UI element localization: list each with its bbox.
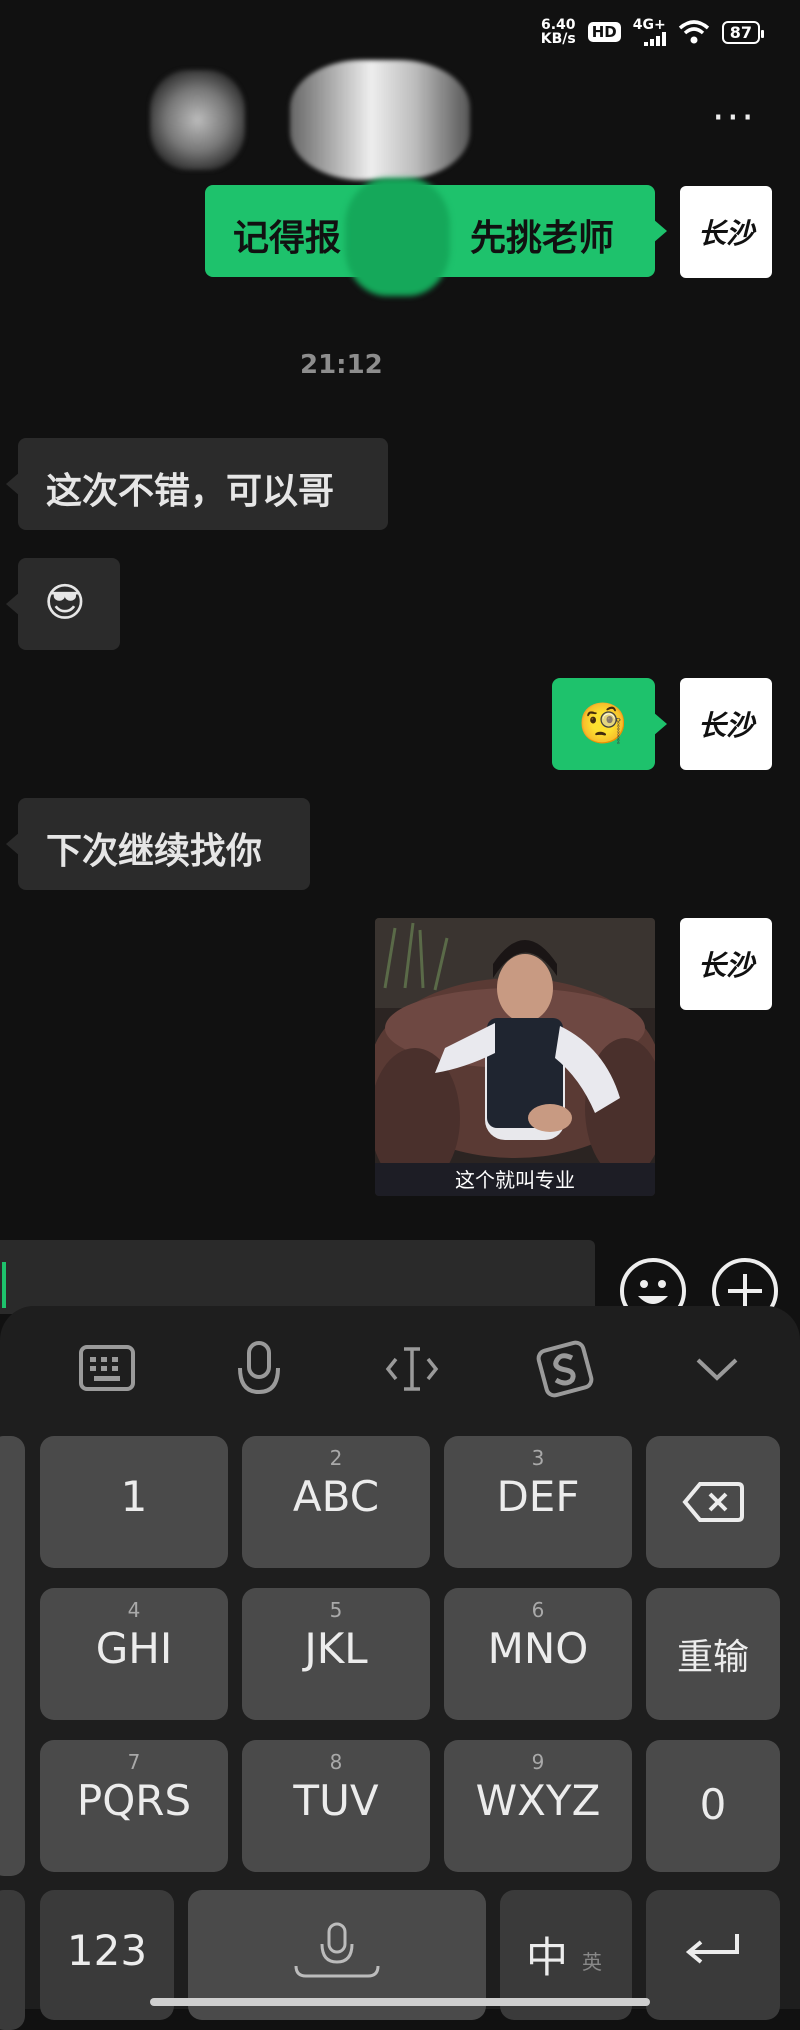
- monocle-emoji-icon: 🧐: [578, 701, 628, 747]
- speed-value: 6.40: [540, 17, 576, 33]
- key-8-tuv[interactable]: 8 TUV: [242, 1740, 430, 1872]
- redaction-scribble: [345, 178, 450, 296]
- key-number: 2: [329, 1446, 343, 1470]
- home-indicator[interactable]: [150, 1998, 650, 2006]
- hd-badge: HD: [587, 22, 621, 42]
- key-label: GHI: [95, 1624, 173, 1673]
- key-3-def[interactable]: 3 DEF: [444, 1436, 632, 1568]
- key-0[interactable]: 0: [646, 1740, 780, 1872]
- battery-indicator: 87: [721, 20, 765, 44]
- redaction-scribble: [150, 70, 245, 170]
- key-label: TUV: [293, 1776, 379, 1825]
- key-5-jkl[interactable]: 5 JKL: [242, 1588, 430, 1720]
- key-number: 8: [329, 1750, 343, 1774]
- chevron-down-icon[interactable]: [694, 1352, 740, 1386]
- key-label: PQRS: [76, 1776, 192, 1825]
- key-sublabel: 英: [582, 1950, 602, 1974]
- message-input[interactable]: [0, 1240, 595, 1314]
- key-label: 0: [699, 1780, 727, 1829]
- microphone-icon[interactable]: [234, 1340, 284, 1400]
- key-number: 6: [531, 1598, 545, 1622]
- avatar-label: 长沙: [697, 709, 754, 742]
- key-label: 1: [120, 1472, 148, 1521]
- redaction-scribble: [290, 60, 470, 180]
- key-label: MNO: [487, 1624, 589, 1673]
- message-timestamp: 21:12: [300, 350, 383, 380]
- key-number: 3: [531, 1446, 545, 1470]
- avatar-label: 长沙: [697, 949, 754, 982]
- key-label: JKL: [304, 1624, 368, 1673]
- voice-space-icon: [294, 1922, 380, 1978]
- network-speed: 6.40 KB/s: [541, 18, 576, 46]
- more-options-button[interactable]: ···: [712, 98, 756, 138]
- sogou-logo-icon[interactable]: [534, 1338, 596, 1400]
- image-message[interactable]: 这个就叫专业: [375, 918, 655, 1196]
- side-key[interactable]: [0, 1436, 25, 1876]
- key-label: DEF: [496, 1472, 580, 1521]
- message-text: 先挑老师: [470, 218, 615, 259]
- wifi-icon: [678, 20, 709, 44]
- key-4-ghi[interactable]: 4 GHI: [40, 1588, 228, 1720]
- message-text: 下次继续找你: [46, 831, 263, 872]
- sunglasses-emoji-icon: 😎: [44, 580, 86, 626]
- key-1[interactable]: 1: [40, 1436, 228, 1568]
- key-7-pqrs[interactable]: 7 PQRS: [40, 1740, 228, 1872]
- key-9-wxyz[interactable]: 9 WXYZ: [444, 1740, 632, 1872]
- key-label: 重输: [676, 1637, 749, 1678]
- incoming-message-bubble[interactable]: 😎: [6, 558, 120, 650]
- enter-icon: [685, 1934, 739, 1964]
- avatar[interactable]: 长沙: [680, 918, 772, 1010]
- meme-image: [375, 918, 655, 1196]
- key-number: 9: [531, 1750, 545, 1774]
- key-number: 5: [329, 1598, 343, 1622]
- key-label: 中: [526, 1933, 569, 1982]
- message-text: 记得报: [233, 218, 342, 259]
- backspace-key[interactable]: [646, 1436, 780, 1568]
- speed-unit: KB/s: [540, 31, 576, 47]
- avatar-label: 长沙: [697, 217, 754, 250]
- network-type: 4G+: [632, 17, 666, 33]
- key-label: 123: [66, 1926, 148, 1975]
- incoming-message-bubble[interactable]: 下次继续找你: [6, 798, 310, 890]
- key-number: 4: [127, 1598, 141, 1622]
- cursor-move-icon[interactable]: [384, 1344, 440, 1394]
- image-caption: 这个就叫专业: [455, 1168, 575, 1192]
- avatar[interactable]: 长沙: [680, 678, 772, 770]
- signal-icon: 4G+: [633, 18, 666, 46]
- key-label: WXYZ: [475, 1776, 601, 1825]
- keyboard-icon[interactable]: [78, 1344, 136, 1394]
- avatar[interactable]: 长沙: [680, 186, 772, 278]
- enter-key[interactable]: [646, 1890, 780, 2020]
- backspace-icon: [682, 1482, 744, 1522]
- key-number: 7: [127, 1750, 141, 1774]
- text-cursor: [2, 1262, 6, 1308]
- key-6-mno[interactable]: 6 MNO: [444, 1588, 632, 1720]
- status-bar: 6.40 KB/s HD 4G+ 87: [541, 18, 765, 46]
- side-key[interactable]: [0, 1890, 25, 2030]
- reset-key[interactable]: 重输: [646, 1588, 780, 1720]
- key-number: [40, 1436, 228, 1472]
- message-text: 这次不错，可以哥: [46, 471, 335, 512]
- key-2-abc[interactable]: 2 ABC: [242, 1436, 430, 1568]
- key-label: ABC: [292, 1472, 380, 1521]
- outgoing-message-bubble[interactable]: 🧐: [552, 678, 667, 770]
- incoming-message-bubble[interactable]: 这次不错，可以哥: [6, 438, 388, 530]
